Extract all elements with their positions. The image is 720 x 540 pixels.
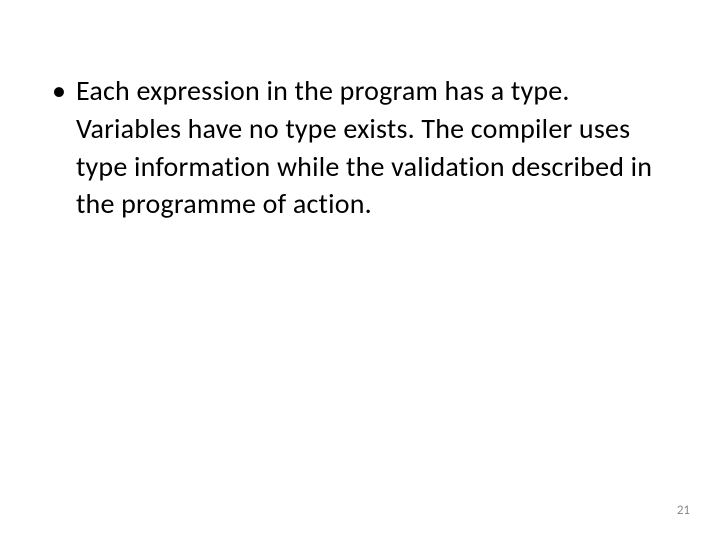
bullet-marker: • [52, 72, 66, 110]
bullet-item: • Each expression in the program has a t… [52, 72, 668, 223]
slide-content: • Each expression in the program has a t… [0, 0, 720, 223]
page-number: 21 [677, 503, 690, 518]
bullet-text: Each expression in the program has a typ… [76, 72, 668, 223]
